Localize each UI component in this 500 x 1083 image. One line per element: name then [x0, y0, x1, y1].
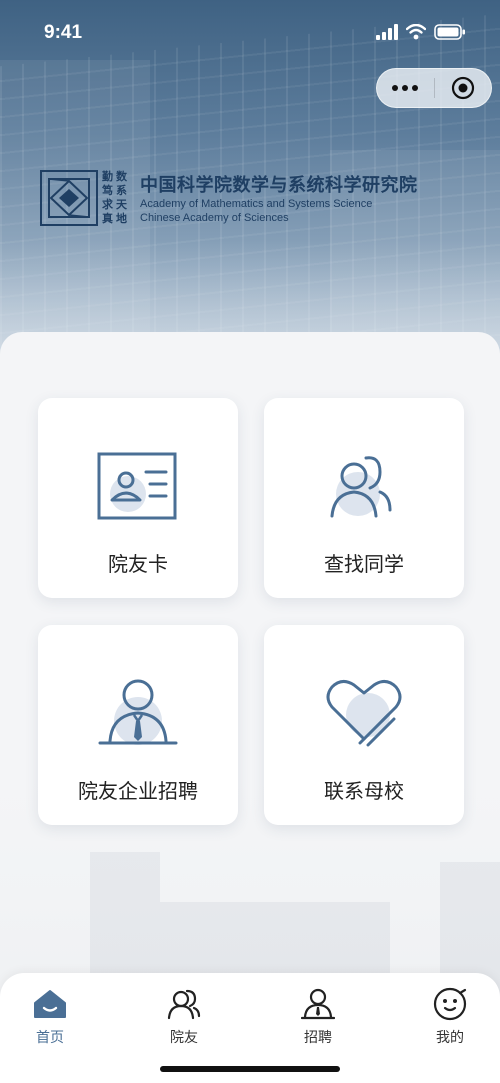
id-card-icon [97, 452, 177, 520]
miniprogram-capsule [376, 68, 492, 108]
main-content: 院友卡 查找同学 院友企业招聘 联系母校 [0, 332, 500, 1083]
tab-home[interactable]: 首页 [10, 987, 90, 1047]
wifi-icon [406, 24, 426, 40]
institute-logo: 勤 数 笃 系 求 天 真 地 中国科学院数学与系统科学研究院 Academy … [40, 170, 418, 226]
org-name-cn: 中国科学院数学与系统科学研究院 [140, 175, 418, 196]
tab-profile[interactable]: 我的 [410, 987, 490, 1047]
tab-label: 招聘 [304, 1030, 332, 1046]
card-label: 院友企业招聘 [78, 779, 198, 803]
find-classmates-button[interactable]: 查找同学 [264, 398, 464, 598]
more-dots-icon [392, 85, 419, 91]
motto-char: 数 [116, 170, 127, 183]
card-label: 联系母校 [324, 779, 404, 803]
motto-char: 系 [116, 184, 127, 197]
motto-char: 笃 [102, 184, 113, 197]
smiley-icon [433, 987, 467, 1021]
person-tie-icon [98, 679, 178, 745]
org-name-en-2: Chinese Academy of Sciences [140, 212, 289, 224]
motto: 勤 数 笃 系 求 天 真 地 [102, 170, 130, 226]
person-tie-icon [301, 988, 335, 1020]
signal-icon [376, 24, 398, 40]
home-indicator [160, 1066, 340, 1072]
motto-char: 真 [102, 212, 113, 225]
target-icon [451, 76, 474, 100]
tab-alumni[interactable]: 院友 [144, 987, 224, 1047]
motto-char: 求 [102, 198, 113, 211]
home-icon [34, 990, 66, 1018]
card-label: 院友卡 [108, 552, 168, 576]
card-label: 查找同学 [324, 552, 404, 576]
org-name-en-1: Academy of Mathematics and Systems Scien… [140, 198, 373, 210]
contact-alma-mater-button[interactable]: 联系母校 [264, 625, 464, 825]
people-icon [330, 456, 392, 518]
status-bar: 9:41 [0, 0, 500, 66]
tab-label: 首页 [36, 1030, 64, 1046]
tab-label: 我的 [436, 1030, 464, 1046]
people-icon [167, 989, 201, 1020]
motto-char: 勤 [102, 170, 113, 183]
more-button[interactable] [377, 69, 434, 107]
tab-recruitment[interactable]: 招聘 [278, 987, 358, 1047]
close-miniprogram-button[interactable] [435, 69, 492, 107]
alumni-card-button[interactable]: 院友卡 [38, 398, 238, 598]
institute-emblem-icon [40, 170, 98, 226]
battery-icon [434, 24, 465, 40]
heart-icon [326, 680, 402, 747]
status-time: 9:41 [44, 22, 83, 43]
motto-char: 天 [116, 198, 127, 211]
alumni-recruitment-button[interactable]: 院友企业招聘 [38, 625, 238, 825]
motto-char: 地 [116, 212, 127, 225]
tab-label: 院友 [170, 1030, 198, 1046]
